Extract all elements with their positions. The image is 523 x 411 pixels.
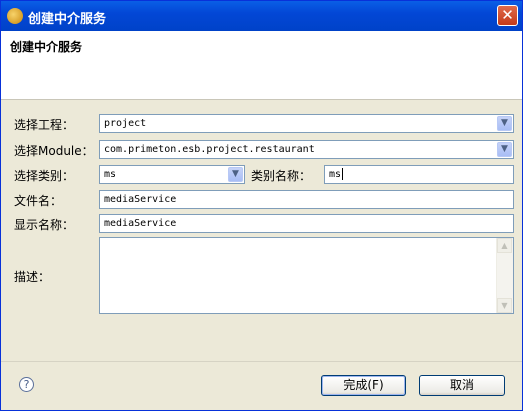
category-name-label: 类别名称： <box>251 169 312 183</box>
help-icon[interactable]: ? <box>19 377 34 392</box>
description-scrollbar[interactable]: ▲ ▼ <box>496 238 513 313</box>
project-value: project <box>104 118 147 129</box>
project-select[interactable]: project ▼ <box>99 114 514 133</box>
project-label: 选择工程： <box>14 118 75 132</box>
cancel-button[interactable]: 取消 <box>419 375 505 396</box>
close-button[interactable]: ✕ <box>497 5 518 26</box>
module-select[interactable]: com.primeton.esb.project.restaurant ▼ <box>99 140 514 159</box>
dialog-window: 创建中介服务 ✕ 创建中介服务 选择工程： project ▼ 选择Module… <box>0 0 523 411</box>
category-value: ms <box>104 169 117 180</box>
display-name-label: 显示名称： <box>14 218 75 232</box>
category-name-value: ms <box>329 169 342 180</box>
finish-button[interactable]: 完成(F) <box>321 375 406 396</box>
chevron-down-icon[interactable]: ▼ <box>497 116 512 131</box>
display-name-value: mediaService <box>104 218 177 229</box>
file-name-label: 文件名： <box>14 194 63 208</box>
wizard-header: 创建中介服务 <box>1 31 522 100</box>
scroll-down-icon[interactable]: ▼ <box>497 298 512 313</box>
text-cursor <box>342 168 344 180</box>
category-select[interactable]: ms ▼ <box>99 165 245 184</box>
chevron-down-icon[interactable]: ▼ <box>497 142 512 157</box>
display-name-input[interactable]: mediaService <box>99 214 514 233</box>
footer-divider <box>1 361 522 362</box>
description-textarea[interactable]: ▲ ▼ <box>99 237 514 314</box>
description-label: 描述： <box>14 270 51 284</box>
close-icon: ✕ <box>501 6 514 24</box>
scroll-up-icon[interactable]: ▲ <box>497 238 512 253</box>
chevron-down-icon[interactable]: ▼ <box>228 167 243 182</box>
page-title: 创建中介服务 <box>10 40 83 54</box>
app-logo-icon <box>7 8 23 24</box>
file-name-input[interactable]: mediaService <box>99 190 514 209</box>
module-label: 选择Module： <box>14 144 94 158</box>
category-name-input[interactable]: ms <box>324 165 514 184</box>
title-bar[interactable]: 创建中介服务 ✕ <box>1 1 522 31</box>
module-value: com.primeton.esb.project.restaurant <box>104 144 315 155</box>
window-title: 创建中介服务 <box>28 12 107 27</box>
file-name-value: mediaService <box>104 194 177 205</box>
category-label: 选择类别： <box>14 169 75 183</box>
